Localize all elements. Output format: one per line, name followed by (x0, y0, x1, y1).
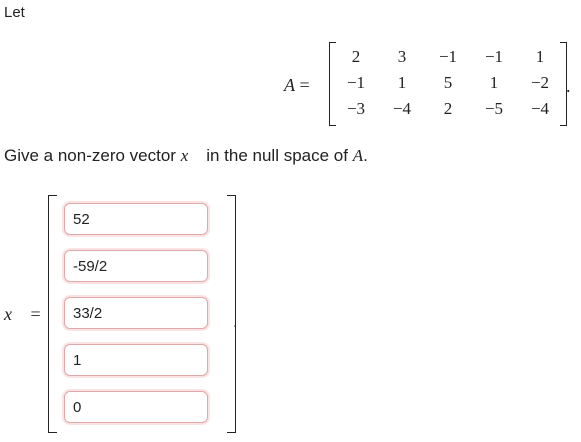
matrix-cell: −1 (346, 73, 366, 92)
matrix-cell: −3 (346, 99, 366, 118)
question-part: in the null space of (201, 146, 353, 165)
vector-left-bracket (48, 195, 57, 433)
matrix-row: −1 1 5 1 −2 (333, 70, 563, 96)
answer-entry-3[interactable] (64, 297, 208, 329)
question-part: . (363, 146, 368, 165)
vector-lhs: x⃗ = (4, 304, 41, 325)
matrix-cell: 2 (351, 47, 361, 66)
question-text: Give a non-zero vector x⃗ in the null sp… (4, 146, 368, 166)
matrix-a: 2 3 −1 −1 1 −1 1 5 1 −2 −3 −4 2 −5 −4 (329, 42, 567, 126)
matrix-cell: 1 (397, 73, 407, 92)
matrix-cell: −4 (392, 99, 412, 118)
question-part: Give a non-zero vector (4, 146, 181, 165)
equals-sign: = (30, 304, 41, 324)
answer-entry-5[interactable] (64, 391, 208, 423)
matrix-cell: −2 (530, 73, 550, 92)
matrix-grid: 2 3 −1 −1 1 −1 1 5 1 −2 −3 −4 2 −5 −4 (333, 44, 563, 122)
matrix-symbol: A (284, 75, 295, 95)
equals-sign: = (299, 75, 310, 95)
matrix-cell: 2 (443, 99, 453, 118)
matrix-period: . (566, 76, 571, 96)
answer-entry-1[interactable] (64, 203, 208, 235)
matrix-cell: −5 (484, 99, 504, 118)
matrix-symbol: A (352, 146, 364, 165)
matrix-cell: 3 (397, 47, 407, 66)
matrix-cell: 5 (443, 73, 453, 92)
vector-period: . (233, 314, 238, 331)
intro-text: Let (4, 4, 25, 21)
answer-entry-4[interactable] (64, 344, 208, 376)
answer-vector (48, 195, 236, 433)
vector-symbol: x⃗ (180, 146, 202, 165)
matrix-cell: −4 (530, 99, 550, 118)
matrix-cell: 1 (489, 73, 499, 92)
matrix-row: 2 3 −1 −1 1 (333, 44, 563, 70)
answer-entry-2[interactable] (64, 250, 208, 282)
matrix-lhs: A = (284, 75, 310, 96)
matrix-cell: 1 (535, 47, 545, 66)
matrix-cell: −1 (484, 47, 504, 66)
matrix-row: −3 −4 2 −5 −4 (333, 96, 563, 122)
matrix-cell: −1 (438, 47, 458, 66)
vector-symbol: x⃗ (4, 304, 26, 324)
